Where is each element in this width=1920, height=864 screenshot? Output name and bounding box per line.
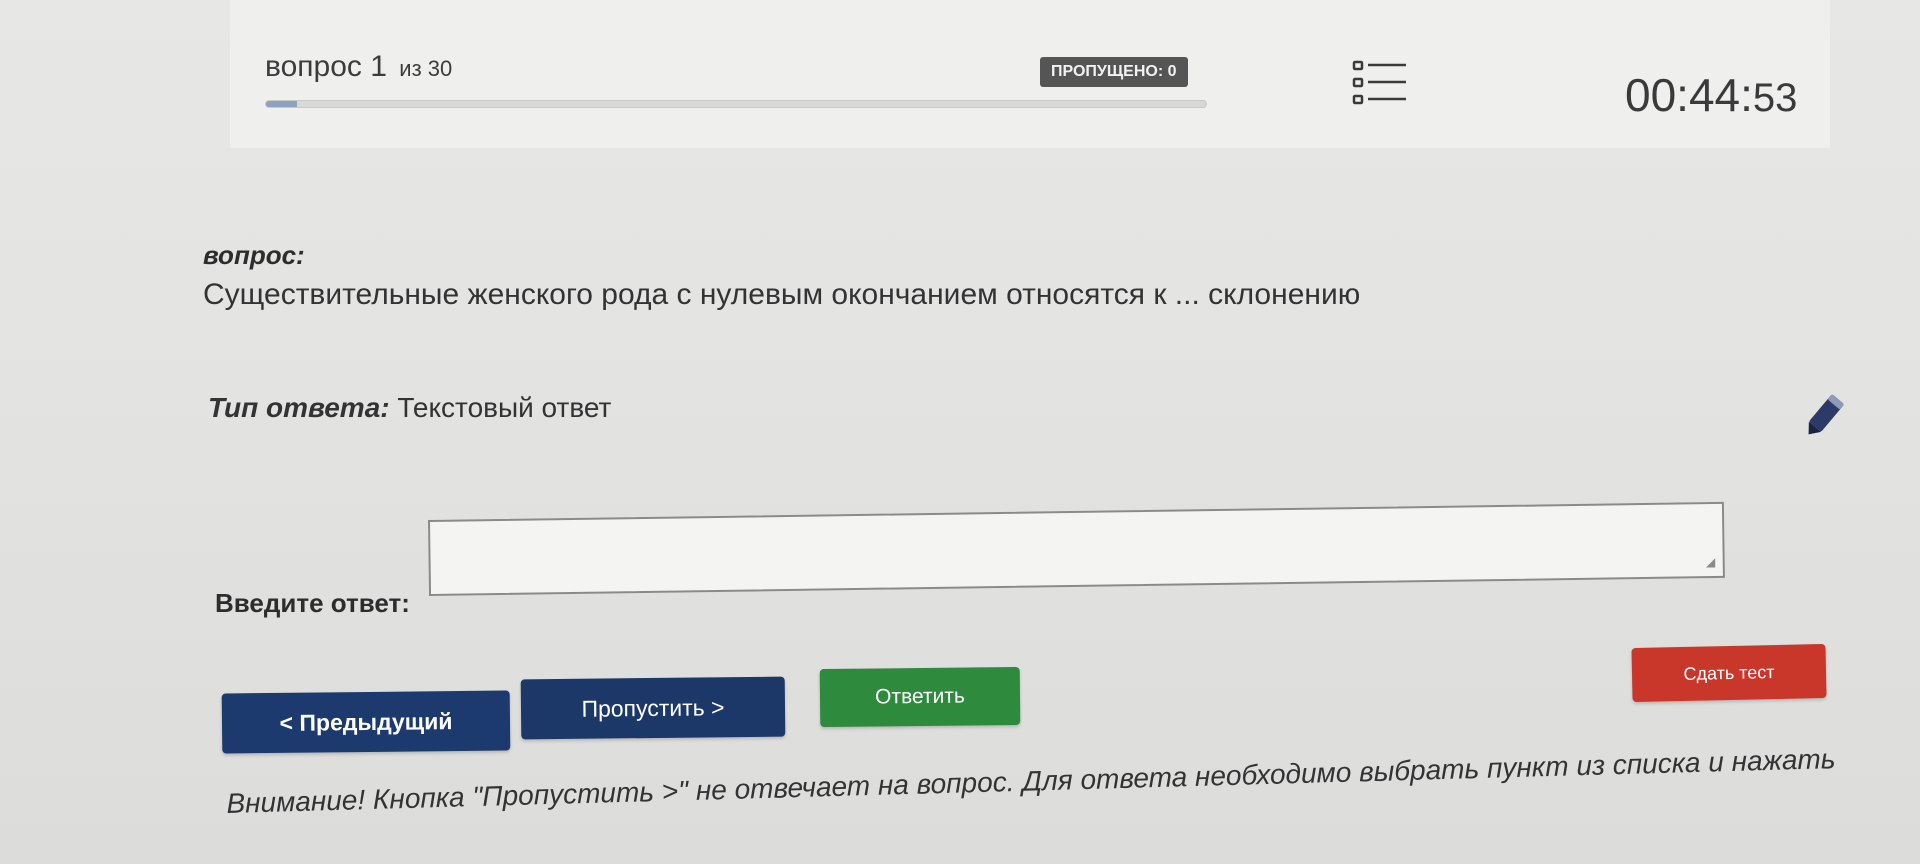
timer-seconds: 53 <box>1752 76 1798 120</box>
answer-type-value: Текстовый ответ <box>397 392 612 423</box>
skip-warning-notice: Внимание! Кнопка "Пропустить >" не отвеч… <box>226 743 1836 819</box>
question-label: вопрос: <box>203 240 305 270</box>
skip-button[interactable]: Пропустить > <box>520 676 786 740</box>
finish-test-button[interactable]: Сдать тест <box>1631 643 1827 703</box>
progress-fill <box>266 101 298 107</box>
answer-input[interactable] <box>428 501 1725 596</box>
countdown-timer: 00:44:53 <box>1625 68 1797 122</box>
question-word: вопрос <box>265 50 362 83</box>
previous-button[interactable]: < Предыдущий <box>221 690 511 754</box>
pencil-icon <box>1796 388 1852 444</box>
timer-hours-minutes: 00:44: <box>1625 69 1753 121</box>
test-header-bar <box>230 0 1830 148</box>
skipped-badge: ПРОПУЩЕНО: 0 <box>1040 57 1188 87</box>
answer-type: Тип ответа: Текстовый ответ <box>208 392 611 424</box>
resize-grip-icon[interactable]: ◢ <box>1706 556 1718 568</box>
progress-bar <box>265 100 1207 108</box>
answer-button[interactable]: Ответить <box>819 666 1021 728</box>
answer-label: Введите ответ: <box>215 588 410 618</box>
question-text: Существительные женского рода с нулевым … <box>203 278 1361 311</box>
question-list-icon[interactable] <box>1352 58 1408 108</box>
question-number: 1 <box>370 50 387 83</box>
question-total: из 30 <box>399 56 453 81</box>
answer-type-label: Тип ответа: <box>208 392 390 423</box>
question-counter: вопрос 1 из 30 <box>265 50 452 84</box>
